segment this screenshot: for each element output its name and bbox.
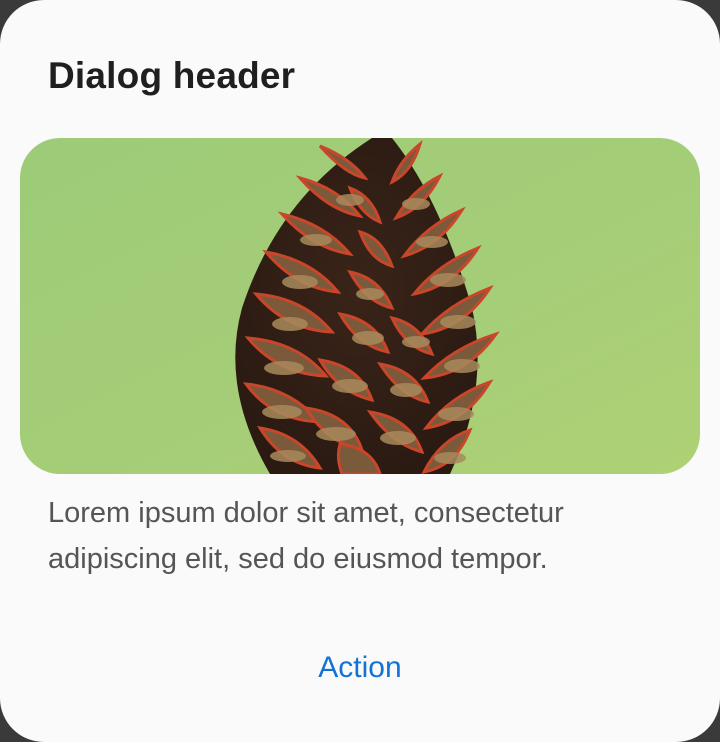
dialog-body-text: Lorem ipsum dolor sit amet, consectetur …	[48, 497, 564, 575]
pinecone-illustration	[20, 138, 700, 474]
pinecone-image	[20, 138, 700, 474]
dialog-header: Dialog header	[48, 55, 296, 96]
dialog: Dialog header Lorem ipsum dolor sit amet…	[0, 0, 720, 742]
action-button[interactable]: Action	[260, 640, 460, 696]
